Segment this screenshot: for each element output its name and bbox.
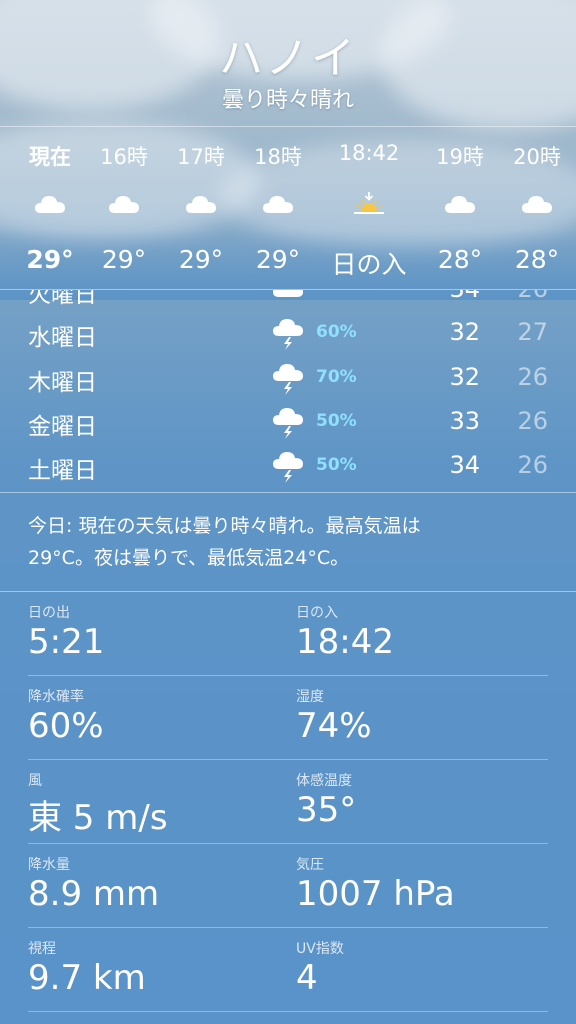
precip-chance: 60% xyxy=(316,322,357,342)
daily-row: 金曜日 50% 33 26 xyxy=(0,401,576,445)
detail-label: 風 xyxy=(28,773,42,789)
daily-forecast[interactable]: 火曜日 34 26 水曜日 60% 32 27 木曜日 70% 32 26 金曜… xyxy=(0,290,576,490)
daily-row: 火曜日 34 26 xyxy=(0,290,576,313)
daily-row: 土曜日 50% 34 26 xyxy=(0,445,576,489)
high-temp: 32 xyxy=(449,318,480,346)
thunderstorm-icon xyxy=(273,319,303,350)
detail-label: 日の出 xyxy=(28,605,70,621)
detail-value: 9.7 km xyxy=(28,958,146,998)
cloud-icon xyxy=(263,196,293,213)
detail-value: 35° xyxy=(296,790,357,830)
hour-temp: 28° xyxy=(514,245,560,274)
feels-like-cell: 体感温度 35° xyxy=(296,760,546,844)
day-name: 火曜日 xyxy=(28,290,97,308)
detail-label: 体感温度 xyxy=(296,773,352,789)
sunrise-cell: 日の出 5:21 xyxy=(28,592,278,676)
cloud-icon xyxy=(35,196,65,213)
sunset-cell: 日の入 18:42 xyxy=(296,592,546,676)
hourly-item: 18時 29° xyxy=(233,127,323,289)
hourly-forecast[interactable]: 現在 29° 16時 29° 17時 29° 18時 29° 18:42 日の入… xyxy=(0,127,576,289)
hourly-item: 20時 28° xyxy=(492,127,576,289)
precip-chance: 50% xyxy=(316,455,357,475)
cloud-icon xyxy=(522,196,552,213)
daily-row: 木曜日 70% 32 26 xyxy=(0,357,576,401)
detail-label: 降水確率 xyxy=(28,689,84,705)
sunset-icon xyxy=(354,192,384,214)
detail-value: 8.9 mm xyxy=(28,874,160,914)
detail-label: 日の入 xyxy=(296,605,338,621)
summary-line: 今日: 現在の天気は曇り時々晴れ。最高気温は xyxy=(28,515,421,537)
detail-value: 東 5 m/s xyxy=(28,798,168,838)
hour-label: 20時 xyxy=(513,145,561,169)
detail-label: 視程 xyxy=(28,941,56,957)
hour-label: 18:42 xyxy=(338,141,400,165)
precip-chance: 50% xyxy=(316,411,357,431)
pressure-cell: 気圧 1007 hPa xyxy=(296,844,546,928)
detail-value: 18:42 xyxy=(296,622,394,662)
detail-value: 1007 hPa xyxy=(296,874,455,914)
high-temp: 33 xyxy=(449,407,480,435)
hourly-item: 18:42 日の入 xyxy=(324,127,414,289)
humidity-cell: 湿度 74% xyxy=(296,676,546,760)
precip-chance-cell: 降水確率 60% xyxy=(28,676,278,760)
daily-row: 水曜日 60% 32 27 xyxy=(0,312,576,356)
detail-label: UV指数 xyxy=(296,941,344,957)
high-temp: 34 xyxy=(449,451,480,479)
cloud-icon xyxy=(445,196,475,213)
detail-value: 74% xyxy=(296,706,372,746)
current-condition: 曇り時々晴れ xyxy=(221,88,354,113)
thunderstorm-icon xyxy=(273,408,303,439)
uv-index-cell: UV指数 4 xyxy=(296,928,546,1012)
today-summary: 今日: 現在の天気は曇り時々晴れ。最高気温は 29°C。夜は曇りで、最低気温24… xyxy=(28,510,548,574)
hour-temp: 日の入 xyxy=(331,250,407,279)
low-temp: 26 xyxy=(488,290,548,303)
thunderstorm-icon xyxy=(273,452,303,483)
day-name: 土曜日 xyxy=(28,458,97,484)
low-temp: 26 xyxy=(517,407,548,435)
high-temp: 34 xyxy=(420,290,480,303)
high-temp: 32 xyxy=(449,363,480,391)
day-name: 水曜日 xyxy=(28,325,97,351)
detail-label: 湿度 xyxy=(296,689,324,705)
divider xyxy=(0,492,576,493)
detail-label: 降水量 xyxy=(28,857,70,873)
cloud-icon xyxy=(273,290,303,297)
hour-temp: 29° xyxy=(255,245,301,274)
detail-value: 60% xyxy=(28,706,104,746)
location-header: ハノイ 曇り時々晴れ xyxy=(0,0,576,126)
cloud-icon xyxy=(109,196,139,213)
weather-details: 日の出 5:21 日の入 18:42 降水確率 60% 湿度 74% 風 東 5… xyxy=(0,592,576,1024)
wind-cell: 風 東 5 m/s xyxy=(28,760,278,844)
cloud-icon xyxy=(186,196,216,213)
day-name: 木曜日 xyxy=(28,370,97,396)
precipitation-cell: 降水量 8.9 mm xyxy=(28,844,278,928)
city-name: ハノイ xyxy=(219,33,357,84)
low-temp: 26 xyxy=(517,451,548,479)
low-temp: 27 xyxy=(517,318,548,346)
thunderstorm-icon xyxy=(273,364,303,395)
detail-label: 気圧 xyxy=(296,857,324,873)
hour-label: 18時 xyxy=(254,145,302,169)
visibility-cell: 視程 9.7 km xyxy=(28,928,278,1012)
detail-value: 5:21 xyxy=(28,622,105,662)
precip-chance: 70% xyxy=(316,367,357,387)
low-temp: 26 xyxy=(517,363,548,391)
divider xyxy=(28,1011,548,1012)
day-name: 金曜日 xyxy=(28,414,97,440)
summary-line: 29°C。夜は曇りで、最低気温24°C。 xyxy=(28,547,350,569)
detail-value: 4 xyxy=(296,958,318,998)
